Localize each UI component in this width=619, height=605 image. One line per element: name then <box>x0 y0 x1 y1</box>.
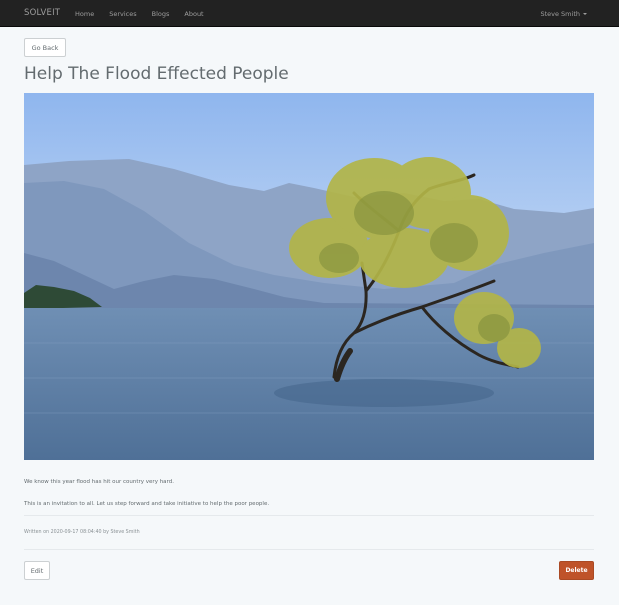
user-name: Steve Smith <box>540 10 580 18</box>
caret-down-icon <box>583 13 587 15</box>
nav-link-blogs[interactable]: Blogs <box>152 10 170 18</box>
nav-link-about[interactable]: About <box>184 10 203 18</box>
delete-button[interactable]: Delete <box>559 561 594 580</box>
nav-link-home[interactable]: Home <box>75 10 94 18</box>
divider <box>24 515 594 516</box>
brand-logo[interactable]: SOLVEIT <box>24 8 60 18</box>
post-paragraph: This is an invitation to all. Let us ste… <box>24 500 270 507</box>
nav-links: Home Services Blogs About <box>75 10 219 18</box>
top-navbar: SOLVEIT Home Services Blogs About Steve … <box>0 0 619 27</box>
post-title: Help The Flood Effected People <box>24 64 289 84</box>
go-back-button[interactable]: Go Back <box>24 38 66 57</box>
nav-link-services[interactable]: Services <box>109 10 136 18</box>
edit-button[interactable]: Edit <box>24 561 50 580</box>
lake-tree-illustration <box>24 93 594 460</box>
user-menu-dropdown[interactable]: Steve Smith <box>540 10 587 18</box>
post-paragraph: We know this year flood has hit our coun… <box>24 478 174 485</box>
post-meta: Written on 2020-09-17 08:04:40 by Steve … <box>24 530 140 535</box>
post-cover-image <box>24 93 594 460</box>
divider <box>24 549 594 550</box>
